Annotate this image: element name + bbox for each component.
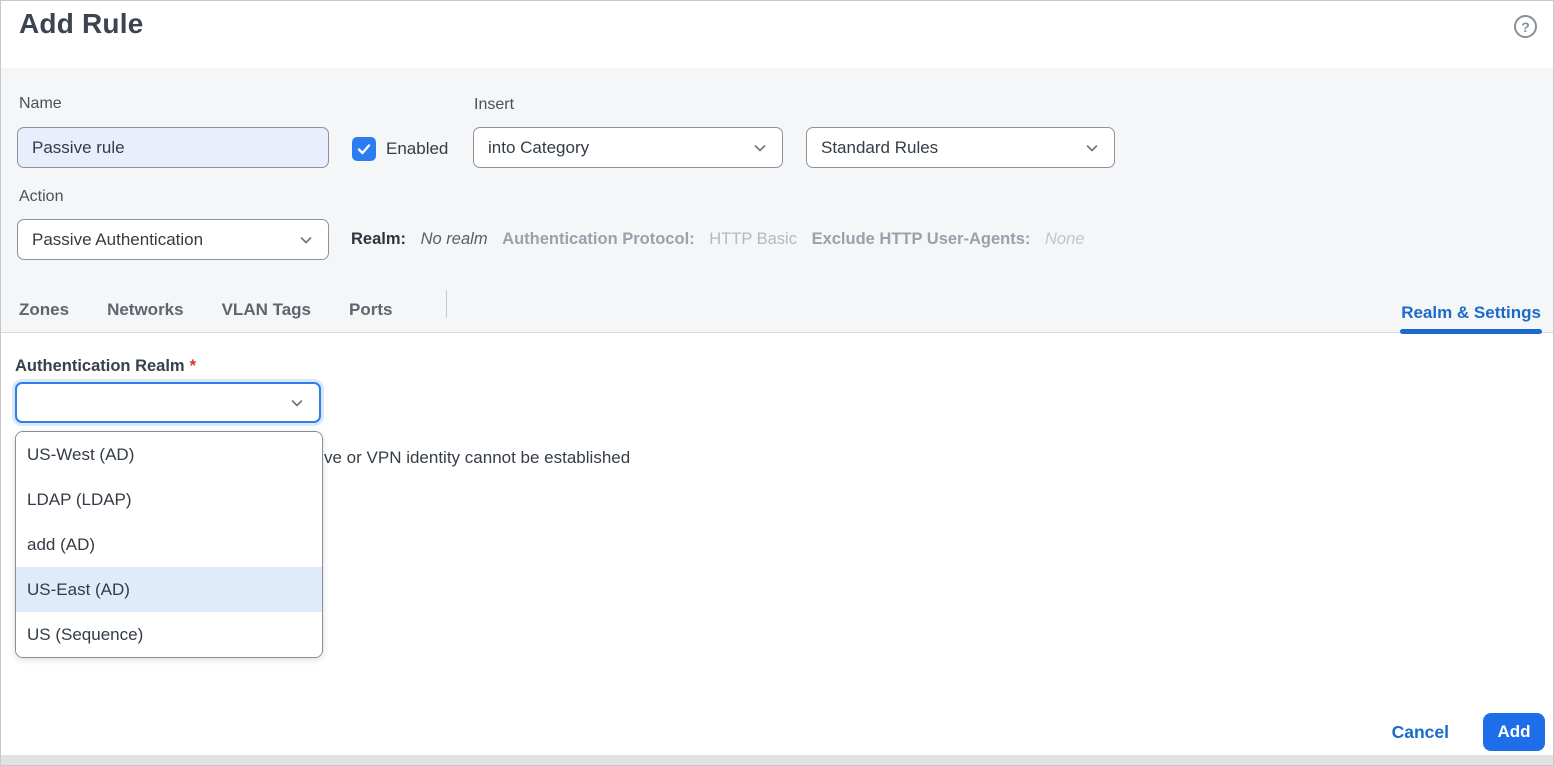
realm-summary-value: No realm [421,230,488,248]
chevron-down-icon [289,395,305,411]
tab-networks[interactable]: Networks [107,300,184,320]
enabled-checkbox[interactable] [352,137,376,161]
insert-category-dropdown[interactable]: Standard Rules [806,127,1115,168]
realm-settings-panel: Authentication Realm * ve or VPN identity… [1,334,1553,755]
name-label: Name [19,95,62,113]
chevron-down-icon [752,140,768,156]
page-title: Add Rule [19,8,143,40]
tab-ports[interactable]: Ports [349,300,392,320]
rule-form-section: Name Passive rule Enabled Insert into Ca… [1,68,1553,333]
authentication-realm-label-text: Authentication Realm [15,357,185,375]
chevron-down-icon [1084,140,1100,156]
realm-option-add[interactable]: add (AD) [16,522,322,567]
realm-option-us-sequence[interactable]: US (Sequence) [16,612,322,657]
insert-position-value: into Category [488,138,589,158]
tab-realm-settings-label: Realm & Settings [1401,303,1541,322]
help-circle-icon[interactable] [1514,15,1537,38]
active-auth-fallback-text: ve or VPN identity cannot be established [324,448,630,468]
exclude-agents-summary-value: None [1045,230,1084,248]
enabled-label: Enabled [386,139,448,159]
insert-position-dropdown[interactable]: into Category [473,127,783,168]
realm-option-us-east[interactable]: US-East (AD) [16,567,322,612]
bottom-strip [1,755,1553,765]
name-input[interactable]: Passive rule [17,127,329,168]
required-asterisk: * [190,357,196,375]
action-dropdown[interactable]: Passive Authentication [17,219,329,260]
authentication-realm-label: Authentication Realm * [15,357,196,376]
action-value: Passive Authentication [32,230,203,250]
add-rule-dialog: Add Rule Name Passive rule Enabled Inser… [0,0,1554,766]
add-button[interactable]: Add [1483,713,1545,751]
name-input-value: Passive rule [32,138,125,158]
rule-summary: Realm: No realm Authentication Protocol:… [351,230,1094,249]
exclude-agents-summary-label: Exclude HTTP User-Agents: [812,230,1031,248]
insert-category-value: Standard Rules [821,138,938,158]
protocol-summary-label: Authentication Protocol: [502,230,695,248]
tab-zones[interactable]: Zones [19,300,69,320]
tab-divider [446,290,447,318]
check-icon [356,141,372,157]
chevron-down-icon [298,232,314,248]
protocol-summary-value: HTTP Basic [709,230,797,248]
tab-vlan-tags[interactable]: VLAN Tags [222,300,311,320]
cancel-button[interactable]: Cancel [1392,713,1449,751]
rule-tabs: Zones Networks VLAN Tags Ports [19,300,392,320]
action-label: Action [19,188,63,206]
realm-option-us-west[interactable]: US-West (AD) [16,432,322,477]
dialog-header: Add Rule [1,1,1553,68]
tab-realm-settings[interactable]: Realm & Settings [1401,303,1541,332]
realm-summary-label: Realm: [351,230,406,248]
insert-label: Insert [474,96,514,114]
realm-option-ldap[interactable]: LDAP (LDAP) [16,477,322,522]
authentication-realm-select[interactable] [15,382,321,423]
realm-dropdown-list: US-West (AD) LDAP (LDAP) add (AD) US-Eas… [15,431,323,658]
